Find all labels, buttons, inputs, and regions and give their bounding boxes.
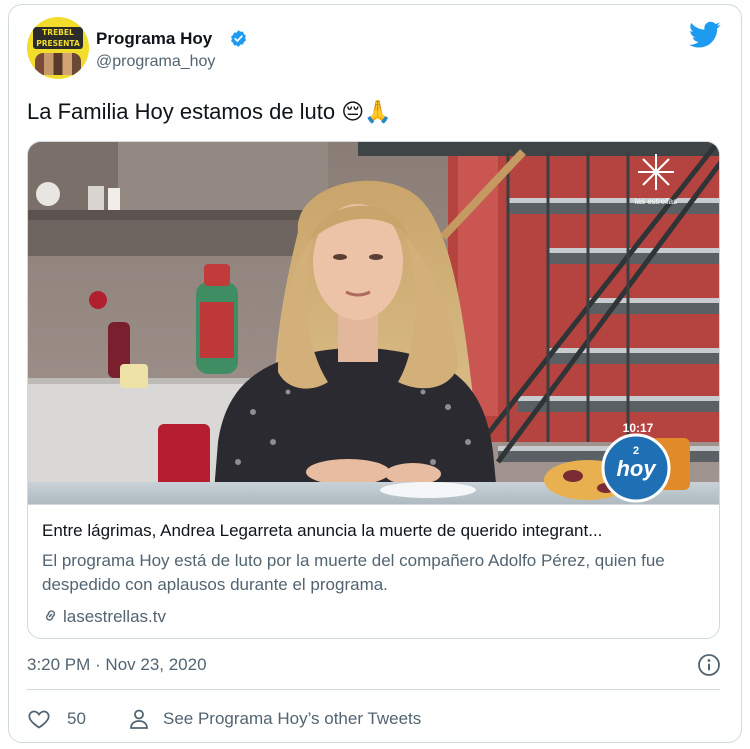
tweet-card: TREBEL PRESENTA Programa Hoy @programa_h…: [8, 4, 742, 743]
link-preview-card[interactable]: las estrellas 10:17 hoy 2 Entre lágrimas…: [27, 141, 720, 639]
card-info[interactable]: Entre lágrimas, Andrea Legarreta anuncia…: [28, 504, 719, 638]
tweet-timestamp[interactable]: 3:20 PM · Nov 23, 2020: [27, 655, 207, 675]
tv-studio-photo: las estrellas 10:17 hoy 2: [28, 142, 719, 504]
hoy-channel-logo: hoy 2: [601, 433, 671, 503]
channel-number: 2: [633, 445, 639, 457]
avatar-logo-plate: TREBEL PRESENTA: [33, 27, 83, 49]
verified-badge-icon: [231, 30, 246, 47]
author-handle[interactable]: @programa_hoy: [96, 53, 215, 71]
divider: [27, 689, 720, 690]
like-button[interactable]: 50: [27, 705, 107, 733]
person-icon: [130, 709, 148, 729]
link-icon: [46, 610, 55, 621]
card-domain-row[interactable]: lasestrellas.tv: [42, 607, 166, 627]
tweet-text-row: La Familia Hoy estamos de luto 😔🙏: [27, 99, 392, 125]
info-icon[interactable]: [697, 653, 721, 677]
star-logo-icon: [638, 154, 674, 190]
tweet-emojis: 😔🙏: [341, 100, 392, 125]
avatar-text-line-1: TREBEL: [42, 28, 74, 37]
network-label: las estrellas: [635, 197, 677, 206]
hoy-logo-text: hoy: [616, 456, 657, 481]
card-domain: lasestrellas.tv: [63, 607, 166, 626]
card-title[interactable]: Entre lágrimas, Andrea Legarreta anuncia…: [42, 521, 702, 541]
see-other-tweets-link[interactable]: See Programa Hoy’s other Tweets: [127, 705, 487, 733]
avatar-people: [35, 53, 81, 75]
card-image[interactable]: las estrellas 10:17 hoy 2: [28, 142, 719, 504]
see-other-tweets-label: See Programa Hoy’s other Tweets: [163, 709, 422, 728]
heart-icon: [28, 710, 50, 729]
like-count: 50: [67, 709, 86, 728]
tweet-text: La Familia Hoy estamos de luto: [27, 99, 336, 124]
card-description: El programa Hoy está de luto por la muer…: [42, 551, 665, 594]
author-name[interactable]: Programa Hoy: [96, 29, 212, 49]
avatar-text-line-2: PRESENTA: [36, 39, 80, 48]
twitter-bird-icon[interactable]: [689, 21, 721, 49]
avatar[interactable]: TREBEL PRESENTA: [27, 17, 89, 79]
broadcast-time: 10:17: [623, 421, 654, 435]
